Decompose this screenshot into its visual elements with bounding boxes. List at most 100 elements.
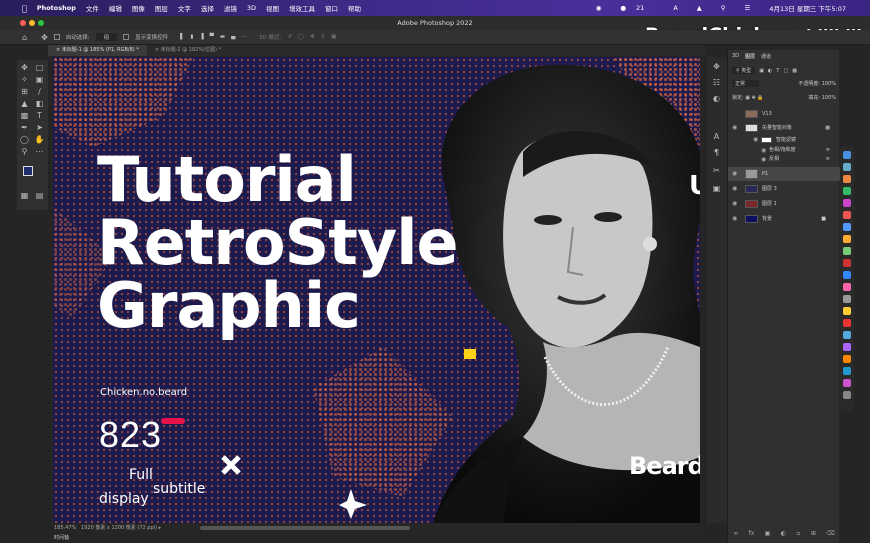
dock-app-icon[interactable] xyxy=(843,331,851,339)
object-select-tool-icon[interactable]: ▣ xyxy=(34,74,45,85)
notification-badge[interactable]: ● 21 xyxy=(620,4,654,12)
menu-select[interactable]: 选择 xyxy=(201,3,214,13)
dock-app-icon[interactable] xyxy=(843,355,851,363)
filter-smart-icon[interactable]: ▩ xyxy=(792,68,797,74)
menu-image[interactable]: 图像 xyxy=(132,3,145,13)
visibility-eye-icon[interactable]: ◉ xyxy=(753,135,758,145)
dock-app-icon[interactable] xyxy=(843,211,851,219)
dock-app-icon[interactable] xyxy=(843,187,851,195)
filter-shape-icon[interactable]: □ xyxy=(783,68,788,74)
stamp-tool-icon[interactable]: ▲ xyxy=(19,98,30,109)
apple-icon[interactable]:  xyxy=(22,4,27,13)
filter-options-icon[interactable]: ≡ xyxy=(826,155,830,164)
lock-all-icon[interactable]: 🔒 xyxy=(757,95,763,101)
tab-document-2[interactable]: × 未标题-2 @ 182%(位图) * xyxy=(147,45,229,56)
layer-row[interactable]: ◉ 色相/饱和度 ≡ xyxy=(728,146,840,155)
crop-tool-icon[interactable]: ⊞ xyxy=(19,86,30,97)
visibility-eye-icon[interactable]: ◉ xyxy=(732,213,737,225)
layer-row[interactable]: ◉ 矢量智能对象 ▩ xyxy=(728,122,840,134)
menubar-date[interactable]: 4月13日 星期三 下午5:07 xyxy=(769,3,846,13)
link-layers-icon[interactable]: ∞ xyxy=(733,530,738,542)
align-left-icon[interactable]: ▌ xyxy=(180,34,184,40)
tab-channels[interactable]: 通道 xyxy=(761,53,771,60)
dock-app-icon[interactable] xyxy=(843,343,851,351)
distribute-icon[interactable]: ⋯ xyxy=(241,34,247,40)
foreground-color-swatch[interactable] xyxy=(23,166,33,176)
paragraph-panel-icon[interactable]: ¶ xyxy=(711,147,722,158)
new-group-icon[interactable]: ▫ xyxy=(796,530,800,542)
dock-app-icon[interactable] xyxy=(843,151,851,159)
menu-window[interactable]: 窗口 xyxy=(325,3,338,13)
adjustments-panel-icon[interactable]: ◐ xyxy=(711,93,722,104)
control-center-icon[interactable]: ☰ xyxy=(745,4,751,12)
home-icon[interactable]: ⌂ xyxy=(22,33,27,42)
zoom-level[interactable]: 185.47% xyxy=(54,525,76,531)
layer-row[interactable]: V13 xyxy=(728,108,840,120)
dock-app-icon[interactable] xyxy=(843,247,851,255)
menu-edit[interactable]: 编辑 xyxy=(109,3,122,13)
filter-kind-dropdown[interactable]: ⚲ 类型 xyxy=(732,67,756,74)
menu-layer[interactable]: 图层 xyxy=(155,3,168,13)
roll-3d-icon[interactable]: ◯ xyxy=(298,34,304,40)
timeline-tab[interactable]: 时间轴 xyxy=(50,533,110,543)
visibility-eye-icon[interactable]: ◉ xyxy=(761,146,766,155)
lock-position-icon[interactable]: ✥ xyxy=(752,95,756,101)
hand-tool-icon[interactable]: ✋ xyxy=(34,134,45,145)
dock-app-icon[interactable] xyxy=(843,223,851,231)
visibility-eye-icon[interactable]: ◉ xyxy=(732,122,737,134)
brush-tool-icon[interactable]: ∕ xyxy=(34,86,45,97)
layer-row-selected[interactable]: ◉ P1 xyxy=(728,167,840,181)
orbit-3d-icon[interactable]: ↺ xyxy=(287,34,292,40)
libraries-panel-icon[interactable]: ▣ xyxy=(711,183,722,194)
gradient-tool-icon[interactable]: ▩ xyxy=(19,110,30,121)
document-canvas[interactable]: Tutorial RetroStyle Graphic Chicken.no.b… xyxy=(53,57,700,523)
dock-app-icon[interactable] xyxy=(843,319,851,327)
dock-app-icon[interactable] xyxy=(843,379,851,387)
search-icon[interactable]: ⚲ xyxy=(721,4,726,12)
fill-value[interactable]: 100% xyxy=(822,95,836,101)
screen-mode-icon[interactable]: ▤ xyxy=(34,190,45,201)
fx-icon[interactable]: fx xyxy=(749,530,755,542)
pen-tool-icon[interactable]: ✒ xyxy=(19,122,30,133)
menu-app-name[interactable]: Photoshop xyxy=(37,4,76,12)
menu-3d[interactable]: 3D xyxy=(247,4,256,12)
filter-type-icon[interactable]: T xyxy=(776,68,779,74)
slide-3d-icon[interactable]: ↕ xyxy=(321,34,326,40)
visibility-eye-icon[interactable]: ◉ xyxy=(732,167,737,181)
align-center-icon[interactable]: ▮ xyxy=(190,34,193,40)
minimize-window-button[interactable] xyxy=(29,20,35,26)
layer-row[interactable]: ◉ 反相 ≡ xyxy=(728,155,840,164)
tab-document-1[interactable]: × 未标题-1 @ 185% (P1, RGB/8) * xyxy=(48,45,147,56)
horizontal-scrollbar[interactable] xyxy=(200,526,410,530)
move-tool-icon[interactable]: ✥ xyxy=(19,62,30,73)
new-layer-icon[interactable]: ⊞ xyxy=(811,530,816,542)
zoom-tool-icon[interactable]: ⚲ xyxy=(19,146,30,157)
align-middle-icon[interactable]: ▬ xyxy=(220,34,225,40)
tool-presets-icon[interactable]: ✂ xyxy=(711,165,722,176)
status-menu-icon[interactable]: ▸ xyxy=(159,525,162,531)
filter-adjust-icon[interactable]: ◐ xyxy=(768,68,772,74)
eraser-tool-icon[interactable]: ◧ xyxy=(34,98,45,109)
close-window-button[interactable] xyxy=(20,20,26,26)
scale-3d-icon[interactable]: ▣ xyxy=(331,34,336,40)
blend-mode-dropdown[interactable]: 正常 xyxy=(732,80,760,87)
pan-3d-icon[interactable]: ✥ xyxy=(310,34,315,40)
marquee-tool-icon[interactable]: □ xyxy=(34,62,45,73)
align-top-icon[interactable]: ▀ xyxy=(210,34,214,40)
layer-row[interactable]: ◉ 图层 1 xyxy=(728,198,840,210)
record-icon[interactable]: ◉ xyxy=(596,4,602,12)
menu-filter[interactable]: 滤镜 xyxy=(224,3,237,13)
auto-select-dropdown[interactable]: 组 xyxy=(95,33,118,41)
input-method-icon[interactable]: A xyxy=(673,4,677,12)
history-panel-icon[interactable]: ✥ xyxy=(711,61,722,72)
properties-panel-icon[interactable]: ☷ xyxy=(711,77,722,88)
dock-app-icon[interactable] xyxy=(843,199,851,207)
align-bottom-icon[interactable]: ▄ xyxy=(231,34,235,40)
menu-help[interactable]: 帮助 xyxy=(348,3,361,13)
shape-tool-icon[interactable]: ◯ xyxy=(19,134,30,145)
tab-3d[interactable]: 3D xyxy=(732,53,739,60)
tab-layers[interactable]: 图层 xyxy=(745,53,755,60)
zoom-window-button[interactable] xyxy=(38,20,44,26)
delete-layer-icon[interactable]: ⌫ xyxy=(826,530,834,542)
menu-type[interactable]: 文字 xyxy=(178,3,191,13)
